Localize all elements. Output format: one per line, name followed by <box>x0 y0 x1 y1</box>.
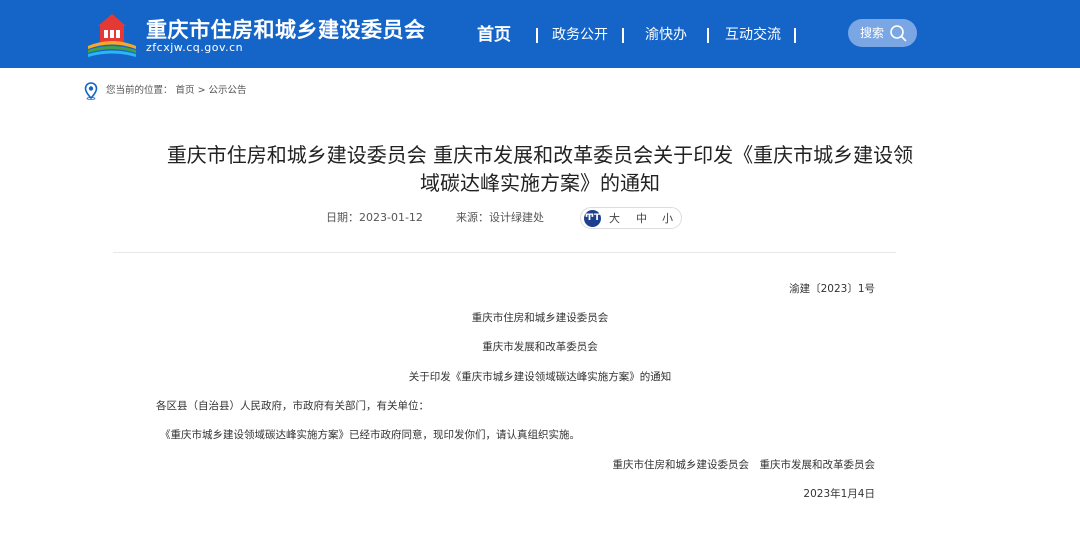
divider <box>113 252 896 253</box>
font-size-large[interactable]: 大 <box>609 211 620 227</box>
location-pin-icon <box>84 82 98 100</box>
sign-date: 2023年1月4日 <box>803 488 875 500</box>
article-source: 来源：设计绿建处 <box>456 211 544 224</box>
breadcrumb-prefix: 您当前的位置： <box>106 85 173 96</box>
issuer-2: 重庆市发展和改革委员会 <box>482 341 598 353</box>
main-nav: 首页 政务公开 渝快办 互动交流 <box>0 22 1080 48</box>
nav-separator <box>794 28 796 43</box>
nav-item-government-affairs[interactable]: 政务公开 <box>552 22 608 48</box>
font-size-medium[interactable]: 中 <box>636 211 647 227</box>
article-title-line1: 重庆市住房和城乡建设委员会 重庆市发展和改革委员会关于印发《重庆市城乡建设领 <box>166 143 914 167</box>
nav-item-yukuaiban[interactable]: 渝快办 <box>645 22 687 48</box>
font-size-switcher: ͲT 大 中 小 <box>580 207 682 229</box>
font-size-small[interactable]: 小 <box>662 211 673 227</box>
font-size-icon: ͲT <box>584 210 601 227</box>
article-title-line2: 域碳达峰实施方案》的通知 <box>420 171 660 195</box>
site-header: 重庆市住房和城乡建设委员会 zfcxjw.cq.gov.cn 首页 政务公开 渝… <box>0 0 1080 68</box>
signature: 重庆市住房和城乡建设委员会 重庆市发展和改革委员会 <box>612 459 876 471</box>
nav-separator <box>536 28 538 43</box>
nav-item-home[interactable]: 首页 <box>477 22 511 48</box>
notice-subject: 关于印发《重庆市城乡建设领域碳达峰实施方案》的通知 <box>408 371 672 383</box>
body-paragraph: 《重庆市城乡建设领域碳达峰实施方案》已经市政府同意，现印发你们，请认真组织实施。 <box>160 429 580 441</box>
issuer-1: 重庆市住房和城乡建设委员会 <box>471 312 609 324</box>
nav-item-interaction[interactable]: 互动交流 <box>725 22 781 48</box>
salutation: 各区县（自治县）人民政府，市政府有关部门，有关单位： <box>156 400 429 412</box>
nav-separator <box>622 28 624 43</box>
breadcrumb-path[interactable]: 首页 > 公示公告 <box>176 85 247 96</box>
search-icon <box>890 25 907 42</box>
publish-date: 日期：2023-01-12 <box>326 211 423 224</box>
search-label: 搜索 <box>860 26 885 40</box>
nav-separator <box>707 28 709 43</box>
search-button[interactable]: 搜索 <box>848 19 917 47</box>
document-number: 渝建〔2023〕1号 <box>789 283 875 295</box>
